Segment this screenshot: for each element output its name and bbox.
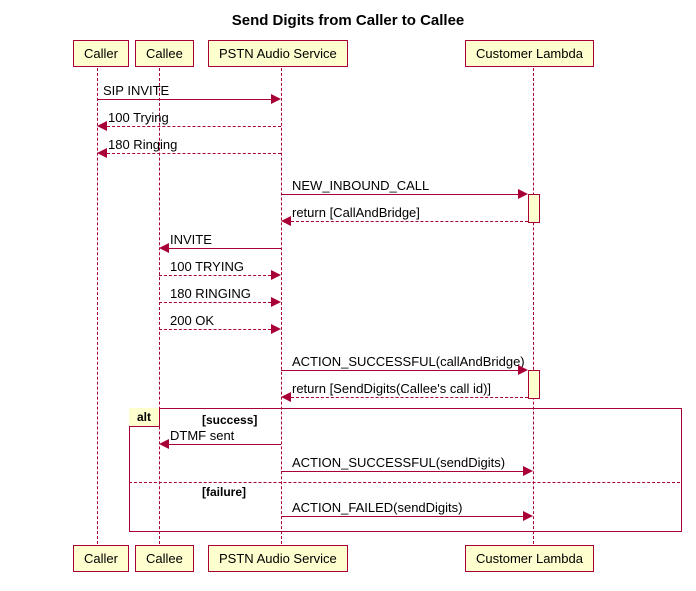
activation-lambda-1 — [528, 194, 540, 223]
diagram-title: Send Digits from Caller to Callee — [0, 0, 696, 29]
msg-action-failed-sd: ACTION_FAILED(sendDigits) — [292, 500, 463, 515]
arrow-line — [159, 302, 271, 303]
alt-divider — [129, 482, 680, 483]
msg-180-ringing-callee: 180 RINGING — [170, 286, 251, 301]
arrow-line — [281, 370, 518, 371]
arrow-line — [281, 471, 523, 472]
participant-pstn-top: PSTN Audio Service — [208, 40, 348, 67]
msg-return-callandbridge: return [CallAndBridge] — [292, 205, 420, 220]
msg-action-success-sd: ACTION_SUCCESSFUL(sendDigits) — [292, 455, 505, 470]
arrow-line — [169, 444, 281, 445]
arrow-head — [271, 324, 281, 334]
arrow-head — [523, 466, 533, 476]
arrow-line — [281, 516, 523, 517]
alt-label: alt — [129, 408, 160, 427]
arrow-line — [291, 397, 528, 398]
arrow-line — [107, 126, 281, 127]
arrow-head — [281, 216, 291, 226]
arrow-head — [271, 94, 281, 104]
arrow-line — [107, 153, 281, 154]
participant-caller-top: Caller — [73, 40, 129, 67]
msg-dtmf-sent: DTMF sent — [170, 428, 234, 443]
msg-sip-invite: SIP INVITE — [103, 83, 169, 98]
participant-callee-bottom: Callee — [135, 545, 194, 572]
arrow-head — [97, 148, 107, 158]
participant-callee-top: Callee — [135, 40, 194, 67]
participant-lambda-bottom: Customer Lambda — [465, 545, 594, 572]
msg-200-ok: 200 OK — [170, 313, 214, 328]
arrow-head — [271, 270, 281, 280]
arrow-line — [159, 275, 271, 276]
arrow-head — [271, 297, 281, 307]
arrow-head — [518, 189, 528, 199]
msg-100-trying-callee: 100 TRYING — [170, 259, 244, 274]
arrow-head — [281, 392, 291, 402]
arrow-head — [97, 121, 107, 131]
alt-condition-success: [success] — [202, 413, 257, 427]
participant-caller-bottom: Caller — [73, 545, 129, 572]
msg-invite: INVITE — [170, 232, 212, 247]
arrow-line — [97, 99, 271, 100]
msg-100-trying: 100 Trying — [108, 110, 169, 125]
msg-action-success-cab: ACTION_SUCCESSFUL(callAndBridge) — [292, 354, 525, 369]
activation-lambda-2 — [528, 370, 540, 399]
participant-pstn-bottom: PSTN Audio Service — [208, 545, 348, 572]
arrow-head — [518, 365, 528, 375]
arrow-head — [523, 511, 533, 521]
msg-new-inbound-call: NEW_INBOUND_CALL — [292, 178, 429, 193]
arrow-head — [159, 439, 169, 449]
lifeline-caller — [97, 68, 98, 544]
msg-return-senddigits: return [SendDigits(Callee's call id)] — [292, 381, 491, 396]
arrow-line — [281, 194, 518, 195]
alt-condition-failure: [failure] — [202, 485, 246, 499]
arrow-line — [169, 248, 281, 249]
arrow-line — [159, 329, 271, 330]
participant-lambda-top: Customer Lambda — [465, 40, 594, 67]
msg-180-ringing: 180 Ringing — [108, 137, 177, 152]
arrow-line — [291, 221, 528, 222]
arrow-head — [159, 243, 169, 253]
